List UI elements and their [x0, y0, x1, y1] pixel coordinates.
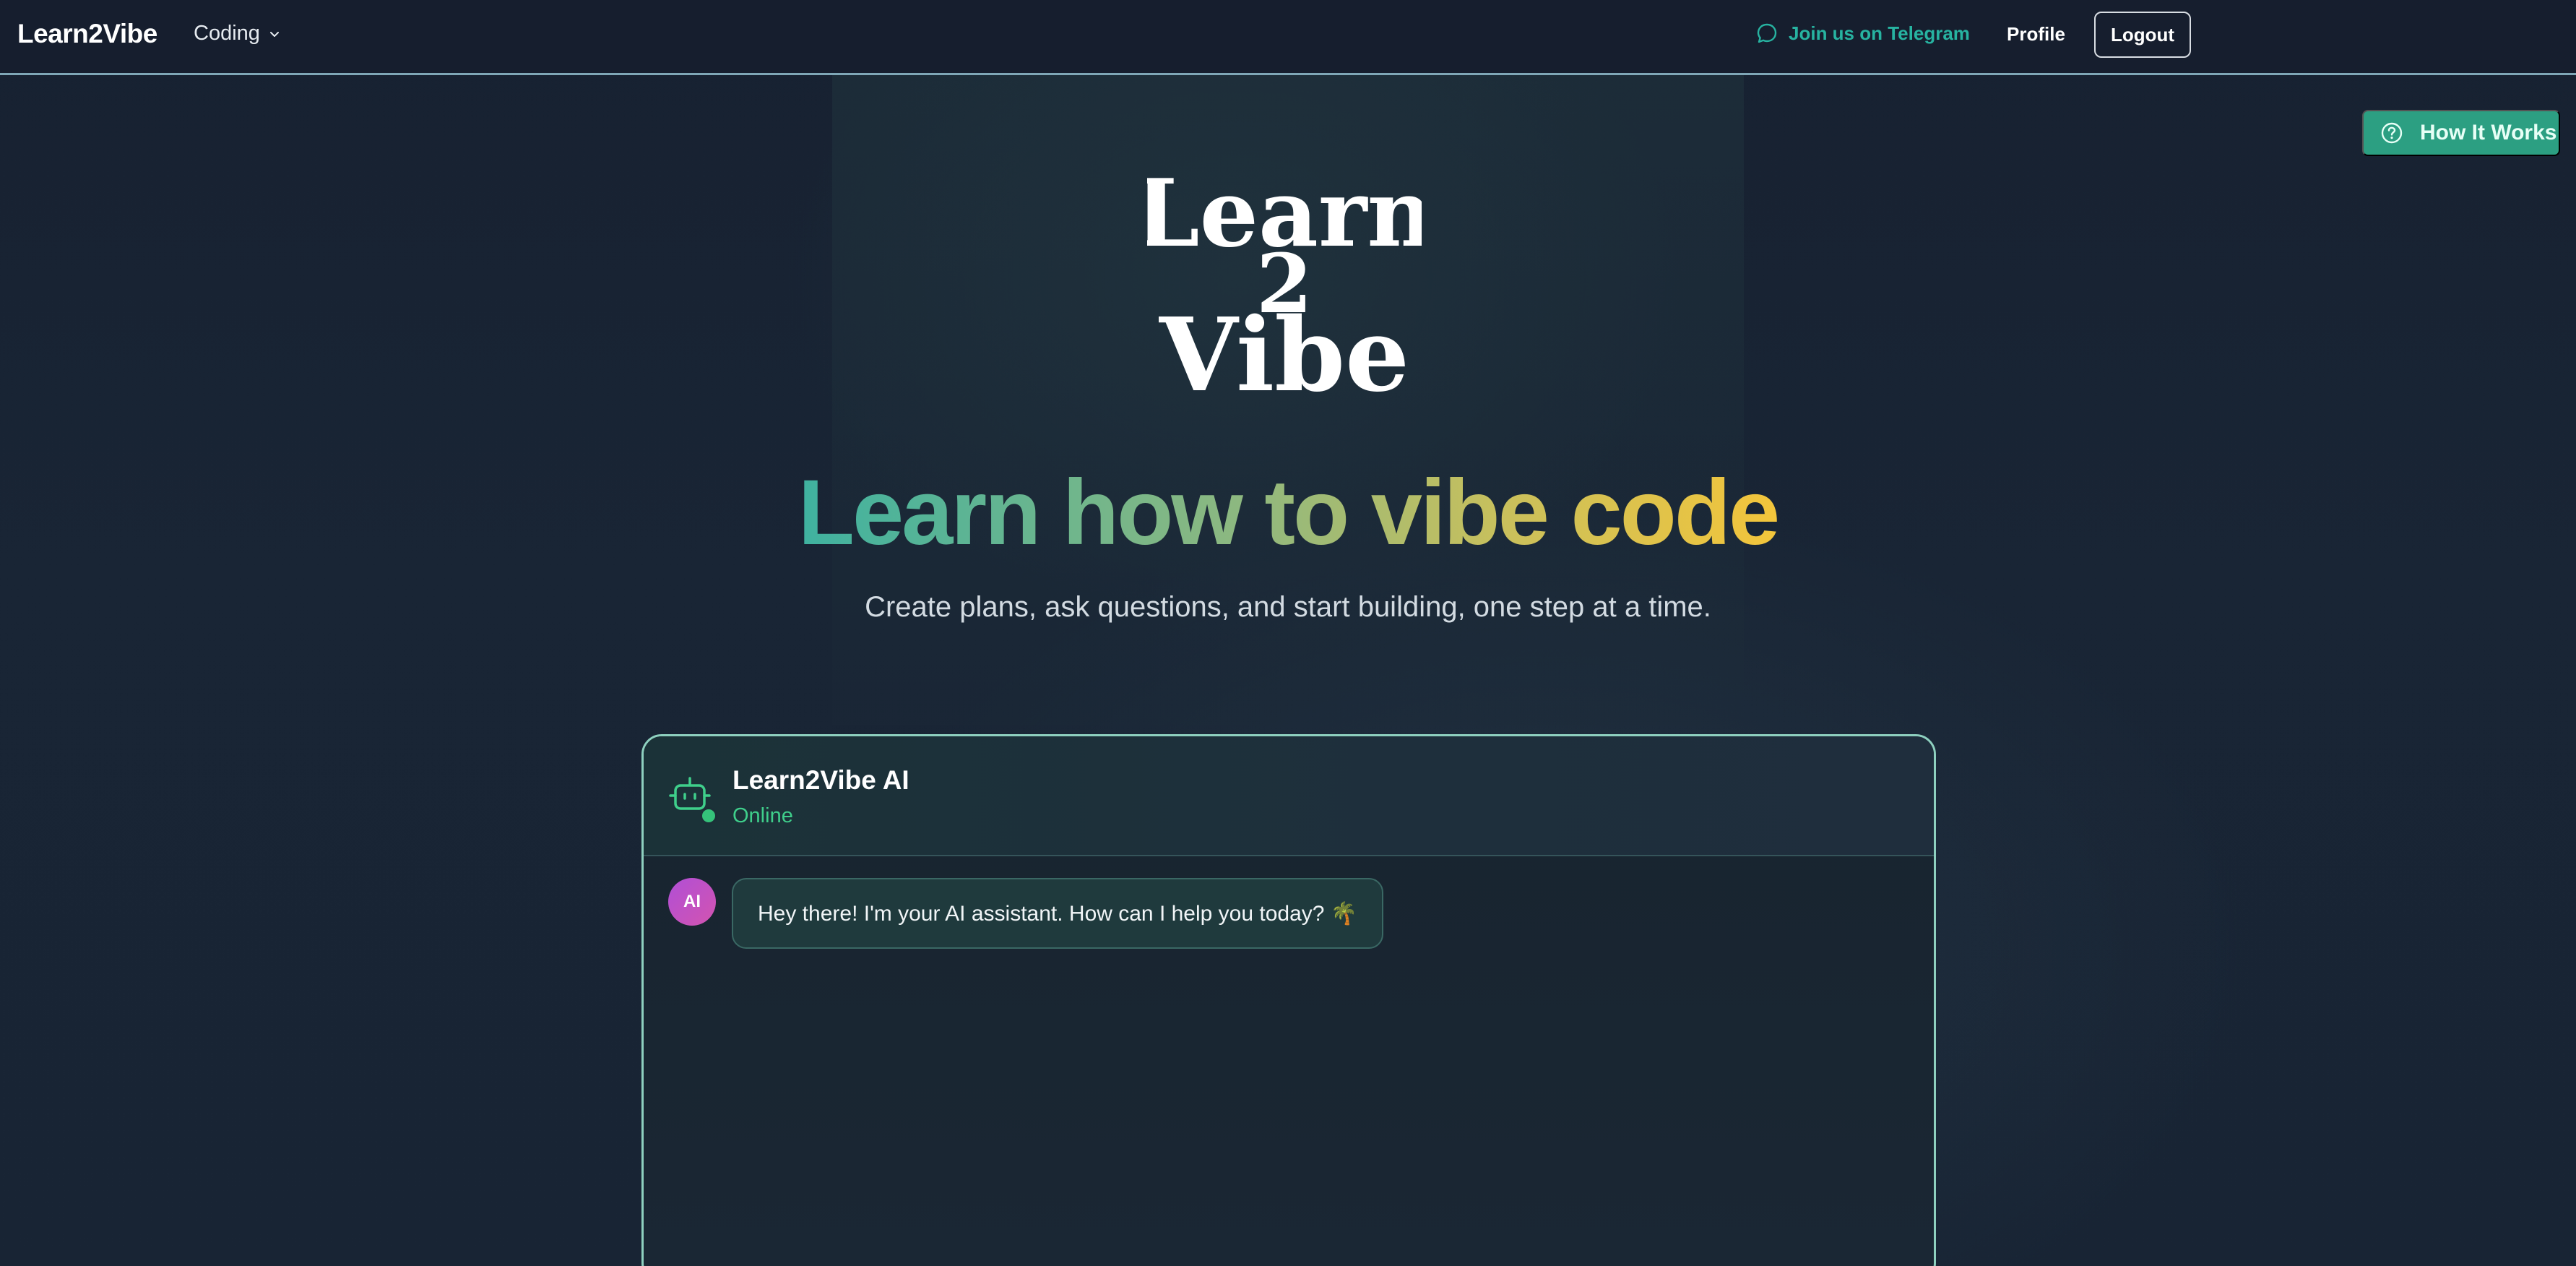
chat-message: AI Hey there! I'm your AI assistant. How… [668, 878, 1384, 949]
navbar: Learn2Vibe Coding Join us on Telegram Pr… [0, 0, 2576, 75]
learn2vibe-logo: Learn 2 Vibe [1135, 145, 1435, 415]
brand-logo-text[interactable]: Learn2Vibe [17, 19, 157, 49]
message-bubble: Hey there! I'm your AI assistant. How ca… [732, 878, 1384, 949]
coding-menu-label: Coding [194, 22, 260, 45]
telegram-link-label: Join us on Telegram [1789, 22, 1970, 44]
coding-menu[interactable]: Coding [194, 22, 282, 46]
chat-status: Online [732, 804, 793, 827]
chat-panel: Learn2Vibe AI Online AI Hey there! I'm y… [641, 734, 1936, 1266]
hero-subtitle: Create plans, ask questions, and start b… [865, 591, 1711, 623]
hero-title: Learn how to vibe code [0, 462, 2576, 564]
online-indicator [700, 807, 717, 824]
question-circle-icon [2381, 122, 2403, 144]
how-it-works-button[interactable]: How It Works [2362, 110, 2560, 156]
logout-button[interactable]: Logout [2094, 12, 2191, 58]
how-it-works-label: How It Works [2420, 121, 2557, 145]
chat-bubble-icon [1757, 23, 1777, 43]
telegram-link[interactable]: Join us on Telegram [1755, 22, 1970, 45]
chat-title: Learn2Vibe AI [732, 765, 909, 795]
ai-avatar: AI [668, 878, 716, 926]
logo-line-3: Vibe [1159, 296, 1409, 405]
chat-header: Learn2Vibe AI Online [644, 736, 1934, 856]
chevron-down-icon [269, 31, 279, 37]
hero-title-text: Learn how to vibe code [798, 461, 1780, 564]
profile-link[interactable]: Profile [2007, 23, 2065, 46]
